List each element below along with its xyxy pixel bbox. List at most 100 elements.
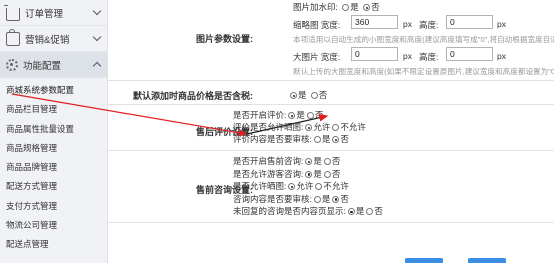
thumb-width-input[interactable]: 360 xyxy=(351,15,398,29)
sidebar: 订单管理 营销&促销 功能配置 商城系统参数配置 商品栏目管理 商品属性批量设置… xyxy=(0,0,108,263)
sidebar-section-label: 营销&促销 xyxy=(25,34,70,46)
thumb-height-label: 高度: xyxy=(419,20,439,30)
sidebar-item-payment[interactable]: 支付方式管理 xyxy=(0,197,107,216)
watermark-yes-radio[interactable] xyxy=(342,4,350,11)
gear-icon xyxy=(6,58,18,71)
sidebar-item-system-params[interactable]: 商城系统参数配置 xyxy=(0,81,107,100)
after_sales-radio-a[interactable] xyxy=(305,124,313,131)
after_sales-radio-b[interactable] xyxy=(332,136,340,143)
divider xyxy=(108,80,554,81)
sidebar-section-label: 功能配置 xyxy=(23,60,62,72)
divider xyxy=(108,222,554,223)
radio-label: 否 xyxy=(340,134,349,144)
large-height-label: 高度: xyxy=(419,52,439,62)
sidebar-item-brands[interactable]: 商品品牌管理 xyxy=(0,158,107,177)
pre_sales-radio-b[interactable] xyxy=(315,183,323,190)
price-tax-yes-radio[interactable] xyxy=(290,92,297,99)
watermark-label: 图片加水印: xyxy=(293,2,338,12)
radio-label: 是 xyxy=(321,134,331,144)
radio-label: 否 xyxy=(331,168,341,179)
sidebar-item-attributes[interactable]: 商品属性批量设置 xyxy=(0,120,107,139)
radio-label: 允许 xyxy=(296,181,314,191)
large-width-label: 大图片 宽度: xyxy=(293,52,341,62)
thumb-width-label: 缩略图 宽度: xyxy=(293,20,341,30)
after_sales-option-label: 是否开启评价: xyxy=(233,110,287,120)
pre_sales-radio-a[interactable] xyxy=(347,208,355,215)
pre_sales-option-label: 是否开启售前咨询: xyxy=(233,156,304,166)
radio-label: 是 xyxy=(296,110,305,120)
pre_sales-option-label: 咨询内容是否要审核: xyxy=(233,193,312,204)
after_sales-radio-a[interactable] xyxy=(313,136,321,143)
pre-sales-label: 售前咨询设置: xyxy=(196,185,253,195)
pre_sales-row: 未回复的咨询是否内容页显示: 是否 xyxy=(233,205,383,217)
pre_sales-radio-a[interactable] xyxy=(305,158,313,165)
chevron-down-icon xyxy=(92,6,102,16)
radio-label: 是 xyxy=(313,156,322,166)
radio-label: 是 xyxy=(313,168,322,179)
pre_sales-option-label: 是否允许游客咨询: xyxy=(233,168,304,179)
price-tax-label: 默认添加时商品价格是否含税: xyxy=(133,91,253,101)
large-hint: 默认上传的大图宽度和高度(如果不限定设置原图片,建议宽度和高度都设置为"0") xyxy=(293,67,554,76)
unit-label: px xyxy=(497,51,506,61)
pre_sales-row: 是否允许晒图: 允许 不允许 xyxy=(233,180,349,192)
radio-label: 否 xyxy=(374,206,383,216)
chevron-up-icon xyxy=(92,61,102,71)
sidebar-section-label: 订单管理 xyxy=(25,8,64,20)
image-params-label: 图片参数设置: xyxy=(196,34,253,44)
radio-label: 是 xyxy=(321,193,331,204)
radio-label: 否 xyxy=(318,90,328,100)
pre_sales-radio-a[interactable] xyxy=(305,170,313,178)
pre_sales-row: 是否允许游客咨询: 是否 xyxy=(233,168,340,180)
thumb-height-input[interactable]: 0 xyxy=(446,15,493,29)
price-tax-no-radio[interactable] xyxy=(310,92,318,99)
thumb-hint: 本项适用以自动生成的小图宽度和高度(建议高度填写成"0",将自动根据宽度自适应。… xyxy=(293,35,554,44)
save-button[interactable] xyxy=(405,258,443,263)
after_sales-row: 是否开启评价: 是否 xyxy=(233,109,323,121)
large-width-input[interactable]: 0 xyxy=(351,47,398,61)
sidebar-section-marketing[interactable]: 营销&促销 xyxy=(0,26,107,52)
after-sales-label: 售后评价设置: xyxy=(196,127,253,137)
price-tax-options: 是 否 xyxy=(288,89,327,101)
unit-label: px xyxy=(403,19,412,29)
pre_sales-radio-b[interactable] xyxy=(323,170,331,178)
sidebar-item-logistics[interactable]: 物流公司管理 xyxy=(0,216,107,235)
sidebar-section-config[interactable]: 功能配置 xyxy=(0,52,107,78)
after_sales-radio-b[interactable] xyxy=(332,124,340,131)
sidebar-section-orders[interactable]: 订单管理 xyxy=(0,0,107,26)
reset-button[interactable] xyxy=(468,258,506,263)
pre_sales-row: 是否开启售前咨询: 是否 xyxy=(233,155,340,167)
unit-label: px xyxy=(403,51,412,61)
divider xyxy=(108,150,554,151)
cart-icon xyxy=(4,5,20,21)
radio-label: 否 xyxy=(331,156,341,166)
sidebar-item-category[interactable]: 商品栏目管理 xyxy=(0,100,107,119)
sidebar-item-specs[interactable]: 商品规格管理 xyxy=(0,139,107,158)
after_sales-row: 评价是否允许晒图: 允许 不允许 xyxy=(233,121,366,133)
radio-label: 否 xyxy=(340,193,349,204)
radio-label: 否 xyxy=(314,110,324,120)
radio-label: 不允许 xyxy=(323,181,349,191)
pre_sales-option-label: 未回复的咨询是否内容页显示: xyxy=(233,206,346,216)
large-height-input[interactable]: 0 xyxy=(446,47,493,61)
pre_sales-radio-a[interactable] xyxy=(313,195,321,203)
radio-label: 是 xyxy=(298,90,307,100)
after_sales-radio-b[interactable] xyxy=(306,112,314,119)
sidebar-item-pickup[interactable]: 配送点管理 xyxy=(0,235,107,254)
after_sales-option-label: 评价内容是否要审核: xyxy=(233,134,312,144)
radio-label: 是 xyxy=(350,2,359,12)
after_sales-radio-a[interactable] xyxy=(288,112,296,119)
watermark-no-radio[interactable] xyxy=(363,4,371,11)
pre_sales-radio-b[interactable] xyxy=(366,208,374,215)
sidebar-item-delivery[interactable]: 配送方式管理 xyxy=(0,177,107,196)
pre_sales-radio-b[interactable] xyxy=(323,158,331,165)
pre_sales-radio-b[interactable] xyxy=(332,195,340,203)
settings-panel: 图片参数设置: 图片加水印: 是 否 缩略图 宽度: 360 px 高度: 0 … xyxy=(108,0,554,263)
radio-label: 是 xyxy=(355,206,365,216)
unit-label: px xyxy=(497,19,506,29)
divider xyxy=(108,104,554,105)
radio-label: 允许 xyxy=(313,122,331,132)
after_sales-row: 评价内容是否要审核: 是否 xyxy=(233,133,349,145)
pre_sales-row: 咨询内容是否要审核: 是否 xyxy=(233,193,349,205)
pre_sales-radio-a[interactable] xyxy=(288,183,296,190)
watermark-row: 图片加水印: 是 否 xyxy=(293,1,380,13)
